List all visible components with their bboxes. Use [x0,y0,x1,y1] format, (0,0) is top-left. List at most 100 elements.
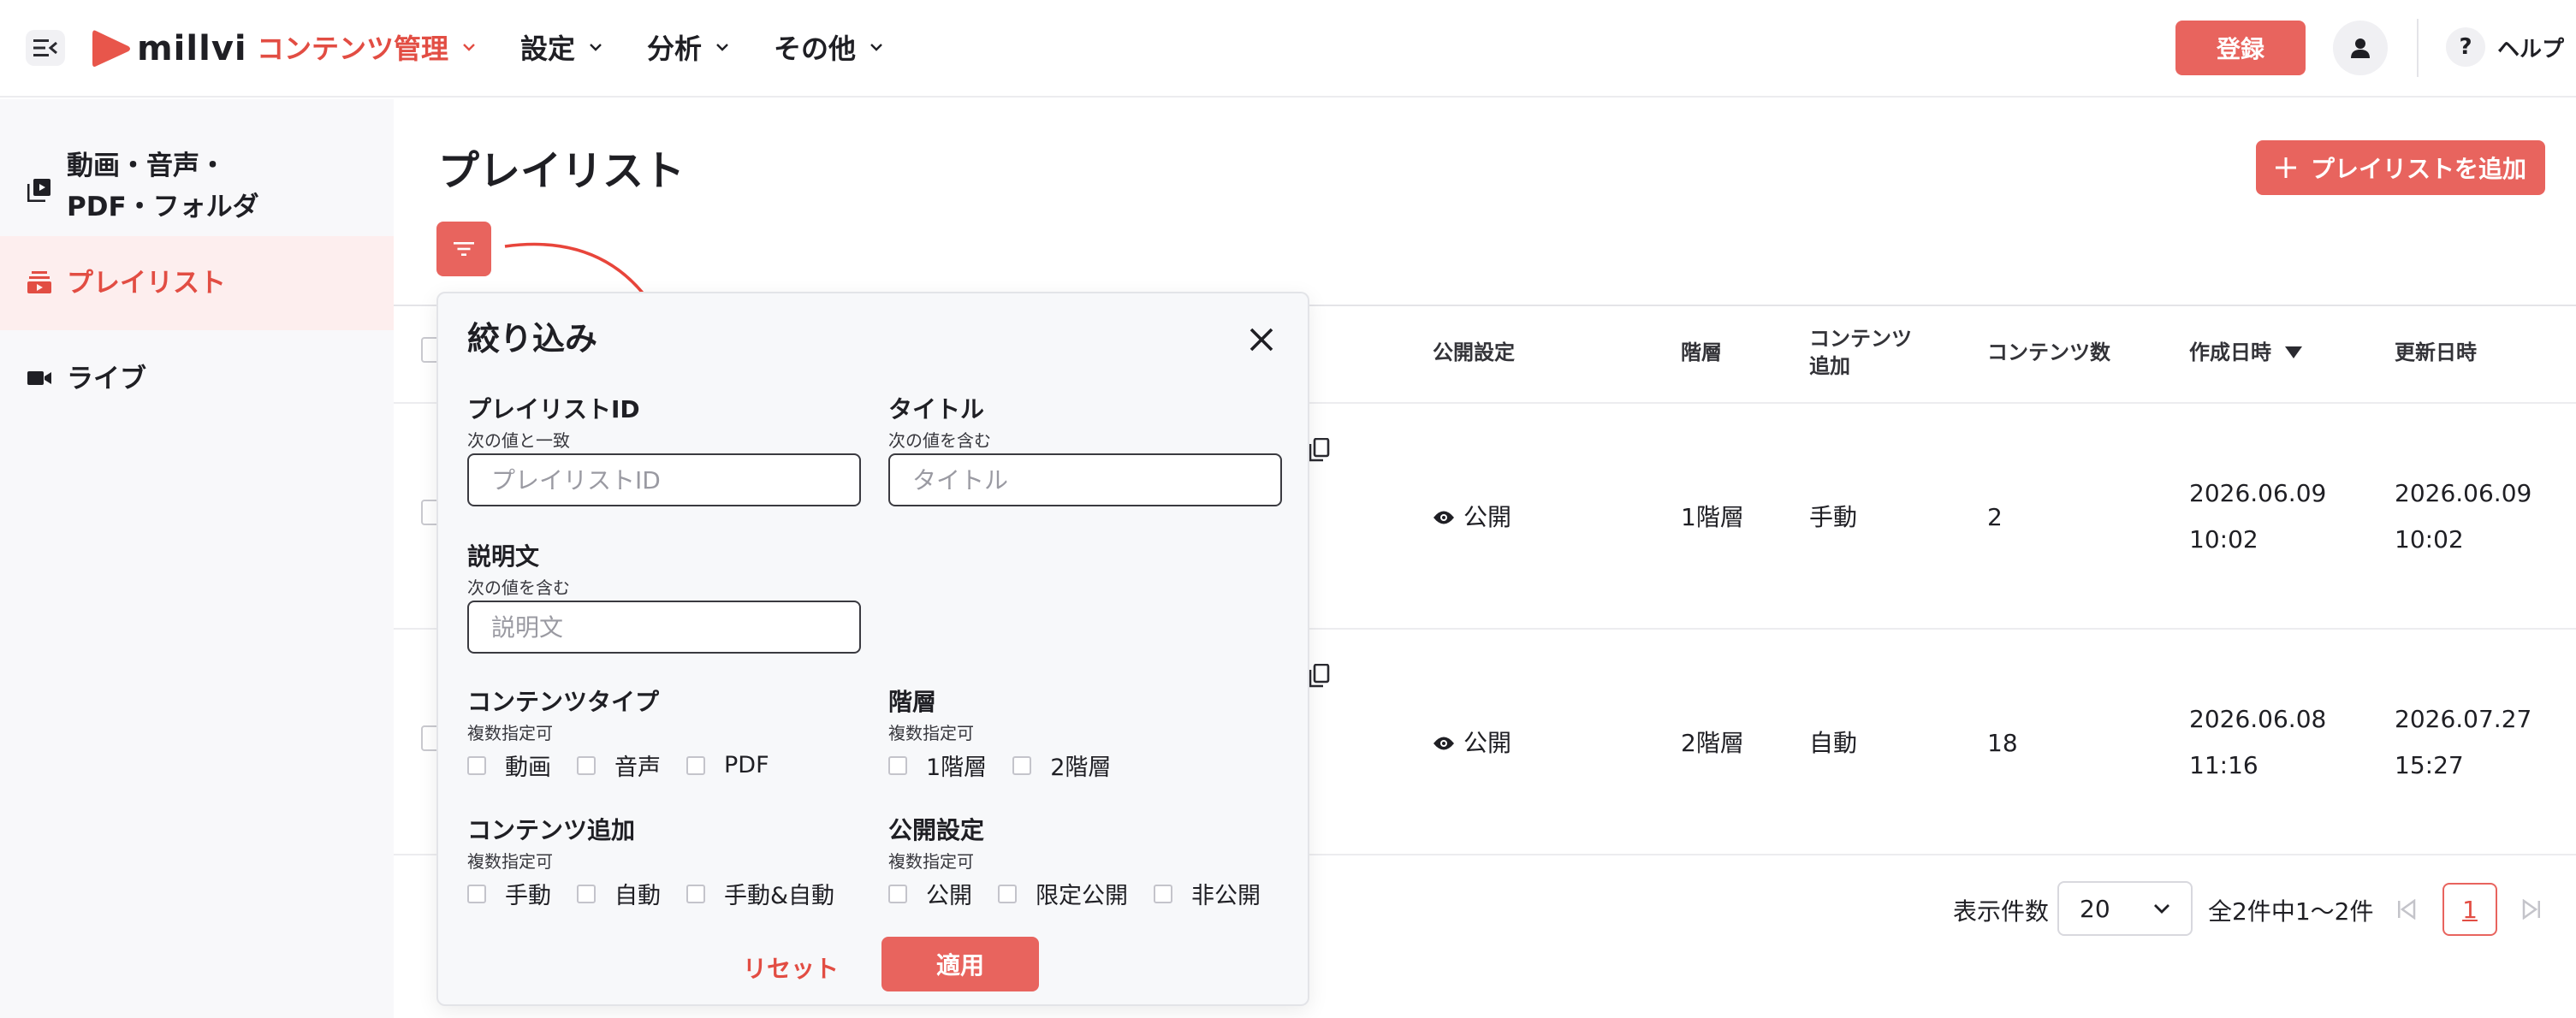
checkbox-box [577,884,596,903]
top-header: millvi コンテンツ管理 設定 分析 その他 登録 ? ヘルプ [0,0,2576,98]
first-page-button[interactable] [2383,885,2431,934]
page-summary: 全2件中1〜2件 [2208,897,2374,926]
checkbox-box [1012,755,1032,775]
hierarchy-cell: 2階層 [1681,729,1744,757]
checkbox-label: 自動 [614,883,661,909]
column-content-count[interactable]: コンテンツ数 [1987,339,2110,366]
nav-label: 分析 [647,33,703,65]
content-add-options: 手動 自動 手動&自動 [467,877,860,910]
last-page-icon [2522,899,2540,920]
checkbox-box [467,755,486,775]
live-camera-icon [27,371,51,385]
help-label: ヘルプ [2497,36,2565,62]
playlist-id-sub: 次の値と一致 [467,430,570,451]
content-add-both-checkbox[interactable]: 手動&自動 [686,877,834,910]
content-type-audio-checkbox[interactable]: 音声 [577,749,661,782]
content-add-auto-checkbox[interactable]: 自動 [577,877,661,910]
content-add-cell: 手動 [1809,503,1858,531]
publish-filter-label: 公開設定 [888,816,985,844]
updated-cell: 2026.07.27 15:27 [2395,696,2531,789]
main-nav: コンテンツ管理 設定 分析 その他 [257,26,928,68]
nav-settings[interactable]: 設定 [520,27,602,67]
per-page-select[interactable]: 20 [2057,881,2193,936]
filter-button[interactable] [436,222,491,276]
publish-label: 公開 [1463,503,1512,531]
checkbox-box [888,755,907,775]
checkbox-label: 2階層 [1050,755,1112,781]
content-type-sub: 複数指定可 [467,723,553,743]
nav-others[interactable]: その他 [774,27,883,67]
hierarchy-sub: 複数指定可 [888,723,974,743]
checkbox-label: 手動 [505,883,551,909]
created-cell: 2026.06.09 10:02 [2189,471,2326,563]
checkbox-label: 音声 [614,755,661,781]
checkbox-box [1154,884,1172,903]
title-sub: 次の値を含む [888,430,991,451]
checkbox-label: 手動&自動 [724,883,835,909]
content-add-manual-checkbox[interactable]: 手動 [467,877,551,910]
close-filter-button[interactable] [1239,317,1284,362]
page-title: プレイリスト [438,147,686,195]
help-icon: ? [2446,27,2485,67]
column-publish[interactable]: 公開設定 [1433,339,1515,366]
sort-desc-icon [2285,346,2302,358]
column-hierarchy[interactable]: 階層 [1681,339,1722,366]
filter-title: 絞り込み [467,320,598,358]
play-logo-icon [92,30,130,67]
created-time: 10:02 [2189,525,2258,553]
checkbox-box [577,755,596,775]
copy-icon[interactable] [1308,438,1330,462]
column-label: 作成日時 [2189,340,2271,364]
description-input[interactable] [467,601,861,654]
sidebar: 動画・音声・ PDF・フォルダ プレイリスト ライブ [0,99,394,1018]
hierarchy-options: 1階層 2階層 [888,749,1137,782]
user-icon [2351,38,2370,58]
sidebar-item-playlist[interactable]: プレイリスト [0,236,394,330]
apply-button[interactable]: 適用 [881,937,1039,991]
checkbox-label: PDF [724,752,769,778]
column-content-add[interactable]: コンテンツ 追加 [1809,325,1912,380]
content-type-video-checkbox[interactable]: 動画 [467,749,551,782]
description-sub: 次の値を含む [467,577,570,598]
playlist-id-input[interactable] [467,453,861,506]
publish-private-checkbox[interactable]: 非公開 [1154,877,1261,910]
reset-button[interactable]: リセット [743,950,839,985]
close-icon [1249,328,1273,352]
add-playlist-label: プレイリストを追加 [2310,155,2526,183]
chevron-down-icon [870,44,882,51]
sidebar-item-live[interactable]: ライブ [0,332,394,426]
description-label: 説明文 [467,542,540,571]
nav-content-management[interactable]: コンテンツ管理 [257,27,476,67]
eye-icon [1433,511,1454,524]
hierarchy-2-checkbox[interactable]: 2階層 [1012,749,1111,782]
last-page-button[interactable] [2508,885,2555,934]
plus-icon [2275,157,2296,178]
publish-limited-checkbox[interactable]: 限定公開 [998,877,1128,910]
chevron-down-icon [463,44,475,51]
column-updated[interactable]: 更新日時 [2395,339,2477,366]
sidebar-toggle-button[interactable] [26,30,65,66]
checkbox-box [686,755,705,775]
content-count-cell: 2 [1987,503,2003,531]
content-type-pdf-checkbox[interactable]: PDF [686,752,769,778]
checkbox-box [888,884,907,903]
content-add-cell: 自動 [1809,729,1858,757]
content-add-label: コンテンツ追加 [467,816,636,844]
nav-analytics[interactable]: 分析 [647,27,729,67]
hierarchy-1-checkbox[interactable]: 1階層 [888,749,987,782]
copy-icon[interactable] [1308,664,1330,688]
register-button[interactable]: 登録 [2175,21,2306,75]
user-avatar-button[interactable] [2333,21,2388,75]
column-created[interactable]: 作成日時 [2189,339,2302,366]
title-input[interactable] [888,453,1282,506]
logo[interactable]: millvi [91,23,247,74]
logo-text: millvi [137,29,247,68]
add-playlist-button[interactable]: プレイリストを追加 [2256,140,2545,195]
help-link[interactable]: ? ヘルプ [2446,27,2564,67]
publish-public-checkbox[interactable]: 公開 [888,877,972,910]
sidebar-label-line2: PDF・フォルダ [67,192,259,222]
sidebar-item-media[interactable]: 動画・音声・ PDF・フォルダ [0,125,394,228]
page-number-button[interactable]: 1 [2442,883,2497,936]
sidebar-label-line1: 動画・音声・ [67,151,226,181]
playlist-id-label: プレイリストID [467,395,640,423]
